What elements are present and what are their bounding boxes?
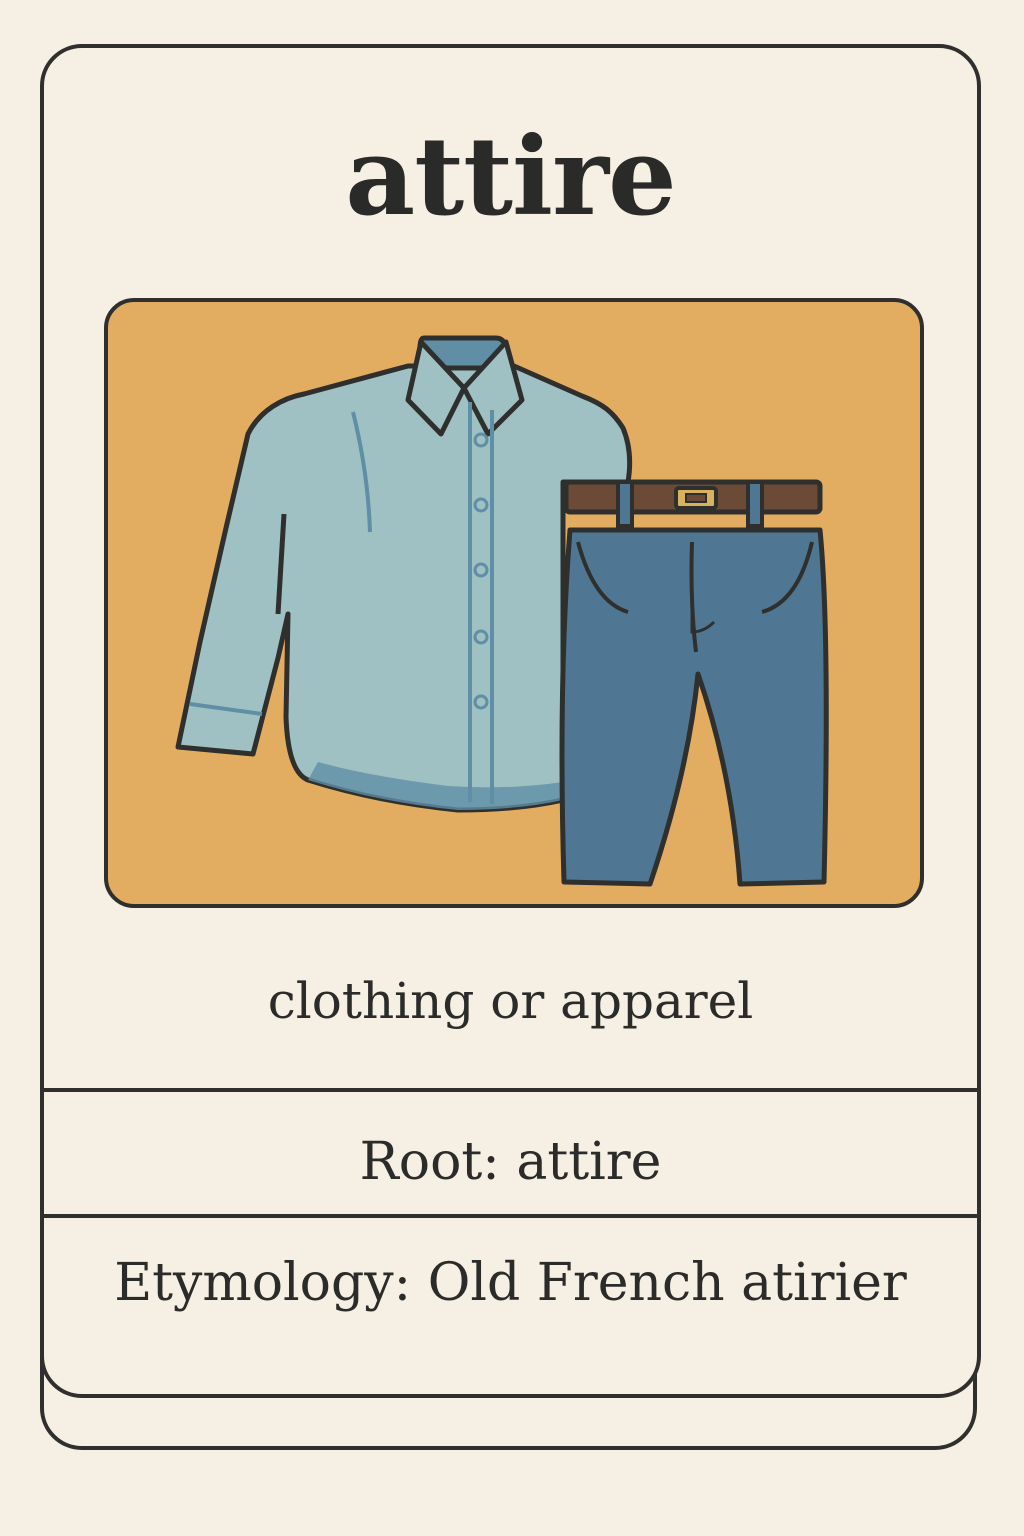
definition-text: clothing or apparel [267, 972, 754, 1030]
word-illustration [104, 298, 924, 908]
vocabulary-card: attire clothing or apparel Root: attire … [40, 44, 981, 1398]
divider-middle [44, 1214, 977, 1218]
word-title: attire [345, 114, 676, 240]
pants-icon [559, 527, 829, 887]
root-text: Root: attire [359, 1132, 662, 1192]
belt-icon [563, 479, 823, 528]
divider-top [44, 1088, 977, 1092]
etymology-text: Etymology: Old French atirier [114, 1253, 907, 1313]
